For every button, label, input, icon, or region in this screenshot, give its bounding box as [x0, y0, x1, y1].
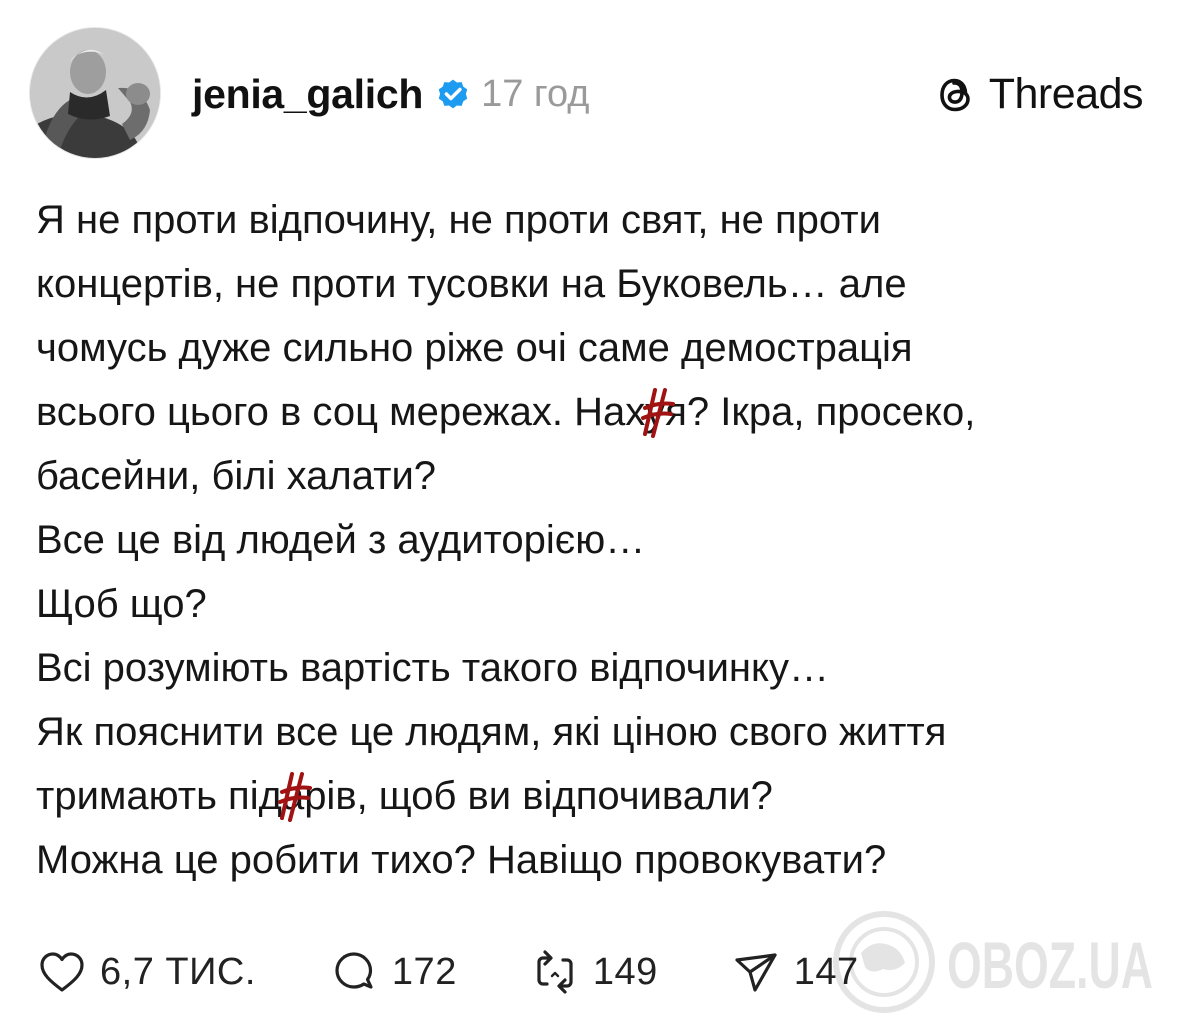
like-count: 6,7 ТИС. — [100, 950, 256, 993]
share-count: 147 — [793, 950, 859, 993]
post-paragraph: Я не проти відпочину, не проти свят, не … — [36, 188, 1146, 508]
comment-icon — [328, 946, 380, 998]
threads-post: jenia_galich 17 год Threads Я не проти в… — [0, 0, 1179, 1021]
text-line: всього цього в соц мережах. Наху я? Ікра,… — [36, 380, 1146, 444]
text-segment: тримають під — [36, 774, 282, 818]
share-button[interactable]: 147 — [730, 946, 859, 998]
text-line: концертів, не проти тусовки на Буковель…… — [36, 262, 907, 306]
text-segment: я? Ікра, просеко, — [665, 390, 976, 434]
post-body: Я не проти відпочину, не проти свят, не … — [36, 188, 1146, 892]
avatar[interactable] — [30, 28, 160, 158]
text-line: тримають піда рів, щоб ви відпочивали? — [36, 764, 1146, 828]
post-time: 17 год — [481, 72, 590, 115]
text-line: чомусь дуже сильно ріже очі саме демостр… — [36, 326, 913, 370]
censored-letter-text: у — [645, 390, 666, 434]
post-paragraph: Як пояснити все це людям, які ціною свог… — [36, 700, 1146, 828]
threads-logo-icon — [931, 70, 979, 118]
repost-button[interactable]: 149 — [529, 946, 658, 998]
comment-count: 172 — [391, 950, 457, 993]
comment-button[interactable]: 172 — [328, 946, 457, 998]
post-paragraph: Можна це робити тихо? Навіщо провокувати… — [36, 828, 1146, 892]
username[interactable]: jenia_galich — [192, 71, 423, 118]
text-line: Щоб що? — [36, 582, 207, 626]
heart-icon — [36, 946, 88, 998]
repost-count: 149 — [592, 950, 658, 993]
text-line: басейни, білі халати? — [36, 454, 437, 498]
post-header: jenia_galich 17 год — [192, 64, 589, 124]
text-segment: рів, щоб ви відпочивали? — [304, 774, 773, 818]
text-segment: всього цього в соц мережах. Нах — [36, 390, 646, 434]
threads-brand-name: Threads — [988, 69, 1144, 118]
text-line: Всі розуміють вартість такого відпочинку… — [36, 646, 829, 690]
censored-letter: у — [641, 380, 676, 444]
censored-letter: а — [277, 764, 312, 828]
post-actions: 6,7 ТИС. 172 149 147 — [36, 942, 931, 1002]
censored-letter-text: а — [281, 774, 305, 818]
repost-icon — [529, 946, 581, 998]
text-line: Я не проти відпочину, не проти свят, не … — [36, 198, 881, 242]
threads-brand: Threads — [931, 66, 1144, 122]
post-paragraph: Всі розуміють вартість такого відпочинку… — [36, 636, 1146, 700]
watermark-text: OBOZ.UA — [947, 928, 1153, 1002]
like-button[interactable]: 6,7 ТИС. — [36, 946, 256, 998]
text-line: Як пояснити все це людям, які ціною свог… — [36, 710, 947, 754]
verified-badge-icon — [435, 76, 471, 112]
svg-text:OBOZ.UA: OBOZ.UA — [947, 928, 1153, 1002]
text-line: Все це від людей з аудиторією… — [36, 518, 646, 562]
share-icon — [730, 946, 782, 998]
text-line: Можна це робити тихо? Навіщо провокувати… — [36, 838, 887, 882]
post-paragraph: Все це від людей з аудиторією… — [36, 508, 1146, 572]
post-paragraph: Щоб що? — [36, 572, 1146, 636]
